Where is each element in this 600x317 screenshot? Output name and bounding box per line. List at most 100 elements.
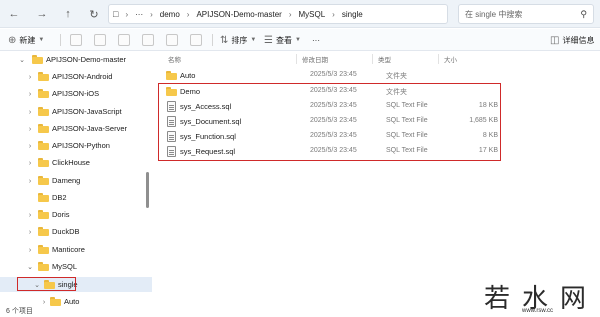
- column-divider[interactable]: [438, 54, 439, 64]
- file-name: Auto: [180, 71, 196, 80]
- chevron-down-icon: ▼: [38, 37, 45, 43]
- tree-item-clickhouse[interactable]: › ClickHouse: [0, 155, 152, 170]
- paste-icon[interactable]: [118, 34, 130, 46]
- folder-icon: [38, 176, 49, 185]
- tree-item-dameng[interactable]: › Dameng: [0, 173, 152, 188]
- rename-icon[interactable]: [142, 34, 154, 46]
- tree-item-label: MySQL: [52, 262, 78, 271]
- column-divider[interactable]: [296, 54, 297, 64]
- sort-label: 排序: [231, 35, 248, 45]
- tree-item-label: Auto: [64, 297, 80, 306]
- more-button[interactable]: ···: [312, 33, 320, 47]
- watermark-url: www.rsw.cc: [522, 308, 554, 314]
- tree-item-doris[interactable]: › Doris: [0, 207, 152, 222]
- share-icon[interactable]: [166, 34, 178, 46]
- details-pane-icon: ◫: [550, 34, 560, 46]
- tree-item-label: Doris: [52, 210, 70, 219]
- chevron-down-icon[interactable]: ⌄: [18, 55, 26, 65]
- chevron-right-icon[interactable]: ›: [26, 245, 34, 255]
- column-header-name[interactable]: 名称: [168, 54, 181, 66]
- chevron-right-icon[interactable]: ›: [40, 297, 48, 306]
- tree-item-label: APIJSON-iOS: [52, 89, 100, 98]
- nav-scrollbar[interactable]: [146, 172, 149, 208]
- back-icon[interactable]: ←: [6, 6, 22, 22]
- computer-icon: □: [113, 9, 119, 19]
- breadcrumb-item[interactable]: APIJSON-Demo-master: [192, 10, 285, 19]
- chevron-right-icon[interactable]: ›: [26, 72, 34, 82]
- new-button[interactable]: ⊕ 新建 ▼: [8, 33, 47, 47]
- toolbar-divider: [60, 34, 61, 46]
- tree-item-label: DB2: [52, 193, 67, 202]
- folder-icon: [50, 297, 61, 306]
- tree-item-duckdb[interactable]: › DuckDB: [0, 224, 152, 239]
- toolbar-divider: [212, 34, 213, 46]
- delete-icon[interactable]: [190, 34, 202, 46]
- tree-item-db2[interactable]: DB2: [0, 190, 152, 205]
- folder-icon: [166, 71, 177, 80]
- chevron-right-icon: ›: [288, 9, 292, 19]
- breadcrumb-item[interactable]: MySQL: [295, 10, 330, 19]
- column-header-date[interactable]: 修改日期: [302, 54, 328, 66]
- folder-icon: [38, 245, 49, 254]
- breadcrumb-item[interactable]: demo: [156, 10, 184, 19]
- chevron-right-icon[interactable]: ›: [26, 210, 34, 220]
- tree-item-mysql[interactable]: ⌄ MySQL: [0, 259, 152, 274]
- chevron-right-icon[interactable]: ›: [26, 89, 34, 99]
- search-icon: ⚲: [580, 9, 587, 19]
- tree-item-manticore[interactable]: › Manticore: [0, 242, 152, 257]
- item-count: 6 个项目: [6, 308, 33, 315]
- more-label: ···: [312, 35, 320, 45]
- chevron-right-icon: ›: [125, 9, 129, 19]
- chevron-right-icon[interactable]: ›: [26, 176, 34, 186]
- folder-icon: [38, 124, 49, 133]
- column-header-size[interactable]: 大小: [444, 54, 457, 66]
- tree-item-auto[interactable]: › Auto: [0, 294, 152, 306]
- chevron-down-icon[interactable]: ⌄: [26, 262, 34, 272]
- tree-item-apijson-demo-master[interactable]: ⌄ APIJSON-Demo-master: [0, 52, 152, 67]
- chevron-right-icon[interactable]: ›: [26, 158, 34, 168]
- tree-item-label: DuckDB: [52, 227, 80, 236]
- folder-icon: [38, 72, 49, 81]
- chevron-right-icon[interactable]: ›: [26, 227, 34, 237]
- view-button[interactable]: ☰ 查看 ▼: [264, 33, 304, 47]
- details-button[interactable]: ◫ 详细信息: [550, 33, 594, 47]
- sort-button[interactable]: ⇅ 排序 ▼: [220, 33, 259, 47]
- folder-icon: [38, 210, 49, 219]
- search-placeholder: 在 single 中搜索: [465, 9, 523, 19]
- file-row[interactable]: Auto 2025/5/3 23:45 文件夹: [160, 68, 500, 83]
- more-path-icon[interactable]: ···: [131, 10, 147, 19]
- tree-item-label: APIJSON-Python: [52, 141, 110, 150]
- address-bar[interactable]: □ › ··· › demo › APIJSON-Demo-master › M…: [108, 4, 448, 24]
- file-list: 名称 修改日期 类型 大小 Auto 2025/5/3 23:45 文件夹 De…: [152, 52, 600, 306]
- tree-item-apijson-java-server[interactable]: › APIJSON-Java-Server: [0, 121, 152, 136]
- address-row: ← → ↑ ↻ □ › ··· › demo › APIJSON-Demo-ma…: [0, 0, 600, 28]
- chevron-right-icon: ›: [332, 9, 335, 19]
- chevron-right-icon[interactable]: ›: [26, 124, 34, 134]
- tree-item-apijson-android[interactable]: › APIJSON-Android: [0, 69, 152, 84]
- tree-item-apijson-python[interactable]: › APIJSON-Python: [0, 138, 152, 153]
- folder-icon: [38, 107, 49, 116]
- column-divider[interactable]: [372, 54, 373, 64]
- tree-item-label: APIJSON-Demo-master: [46, 55, 127, 64]
- breadcrumb-item[interactable]: single: [338, 10, 367, 19]
- column-header-type[interactable]: 类型: [378, 54, 391, 66]
- file-type: 文件夹: [386, 73, 407, 80]
- cut-icon[interactable]: [70, 34, 82, 46]
- copy-icon[interactable]: [94, 34, 106, 46]
- search-input[interactable]: 在 single 中搜索 ⚲: [458, 4, 594, 24]
- chevron-right-icon: ›: [186, 9, 190, 19]
- tree-item-apijson-javascript[interactable]: › APIJSON-JavaScript: [0, 104, 152, 119]
- selection-highlight-box: [158, 83, 501, 161]
- folder-icon: [38, 193, 49, 202]
- watermark: 若水网 www.rsw.cc: [484, 278, 600, 317]
- refresh-icon[interactable]: ↻: [86, 6, 102, 22]
- chevron-right-icon[interactable]: ›: [26, 141, 34, 151]
- tree-item-apijson-ios[interactable]: › APIJSON-iOS: [0, 86, 152, 101]
- chevron-right-icon[interactable]: ›: [26, 107, 34, 117]
- tree-item-label: APIJSON-JavaScript: [52, 107, 122, 116]
- chevron-down-icon: ▼: [250, 37, 257, 43]
- forward-icon[interactable]: →: [34, 6, 50, 22]
- tree-item-label: APIJSON-Android: [52, 72, 113, 81]
- navigation-pane: ⌄ APIJSON-Demo-master › APIJSON-Android …: [0, 52, 152, 306]
- up-icon[interactable]: ↑: [60, 6, 76, 22]
